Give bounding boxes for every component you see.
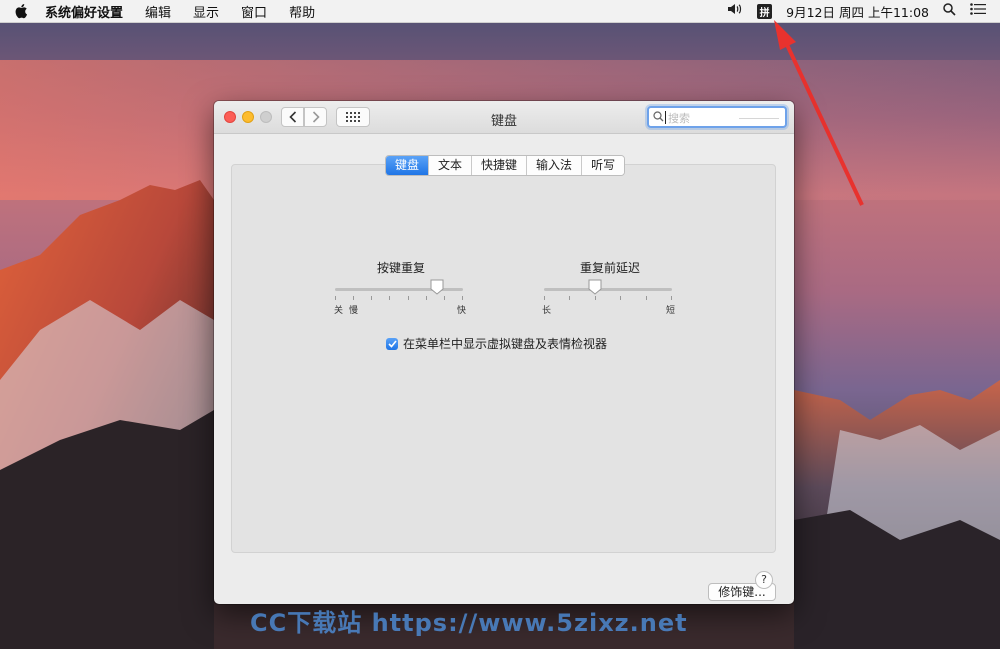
- slider-tick: [595, 296, 596, 300]
- key-repeat-slow-label: 慢: [349, 306, 359, 316]
- slider-tick: [620, 296, 621, 300]
- delay-until-repeat-slider-group: 重复前延迟 长 短: [542, 259, 676, 316]
- key-repeat-slider-group: 按键重复 关 慢 快: [334, 259, 467, 316]
- slider-tick: [671, 296, 672, 300]
- slider-tick: [462, 296, 463, 300]
- slider-tick: [335, 296, 336, 300]
- window-titlebar[interactable]: 键盘: [214, 101, 794, 134]
- watermark-text: CC下载站 https://www.5zixz.net: [250, 609, 688, 637]
- key-repeat-label: 按键重复: [376, 261, 425, 275]
- key-repeat-slider-thumb[interactable]: [430, 279, 444, 295]
- menu-window[interactable]: 窗口: [241, 2, 267, 21]
- key-repeat-fast-label: 快: [457, 306, 467, 316]
- slider-tick: [371, 296, 372, 300]
- delay-until-repeat-slider-thumb[interactable]: [588, 279, 602, 295]
- notification-center-icon[interactable]: [970, 3, 986, 19]
- input-method-pinyin-icon[interactable]: 拼: [757, 3, 773, 19]
- volume-icon[interactable]: [727, 3, 743, 19]
- apple-menu-icon[interactable]: [14, 3, 32, 19]
- delay-long-label: 长: [542, 306, 552, 316]
- search-icon: [653, 111, 664, 122]
- help-button[interactable]: ?: [755, 571, 773, 589]
- slider-tick: [569, 296, 570, 300]
- tab-keyboard[interactable]: 键盘: [386, 156, 429, 175]
- slider-tick: [646, 296, 647, 300]
- key-repeat-ticks: [335, 296, 463, 300]
- keyboard-preferences-window: 键盘 按键重复 关 慢 快 重复前延迟: [214, 101, 794, 604]
- slider-tick: [389, 296, 390, 300]
- tab-dictation[interactable]: 听写: [581, 156, 625, 175]
- delay-until-repeat-track[interactable]: [544, 288, 672, 291]
- menu-app-name[interactable]: 系统偏好设置: [45, 2, 123, 21]
- key-repeat-off-label: 关: [334, 306, 344, 316]
- menu-help[interactable]: 帮助: [289, 2, 315, 21]
- slider-tick: [426, 296, 427, 300]
- search-underline: [739, 118, 779, 119]
- menu-view[interactable]: 显示: [193, 2, 219, 21]
- menubar-clock[interactable]: 9月12日 周四 上午11:08: [786, 2, 929, 21]
- show-keyboard-viewer-checkbox[interactable]: [386, 337, 398, 350]
- slider-tick: [444, 296, 445, 300]
- tab-shortcuts[interactable]: 快捷键: [471, 156, 527, 175]
- delay-until-repeat-ticks: [544, 296, 672, 300]
- tab-text[interactable]: 文本: [428, 156, 472, 175]
- slider-tick: [544, 296, 545, 300]
- slider-tick: [408, 296, 409, 300]
- spotlight-search-icon[interactable]: [943, 2, 956, 20]
- preference-tabs: 键盘 文本 快捷键 输入法 听写: [385, 155, 626, 176]
- show-keyboard-viewer-label: 在菜单栏中显示虚拟键盘及表情检视器: [403, 337, 608, 351]
- search-field[interactable]: [647, 106, 787, 128]
- checkmark-icon: [387, 339, 397, 348]
- delay-until-repeat-label: 重复前延迟: [579, 261, 640, 275]
- slider-tick: [353, 296, 354, 300]
- tab-input-sources[interactable]: 输入法: [526, 156, 582, 175]
- keyboard-tab-panel: 按键重复 关 慢 快 重复前延迟 长 短 在菜单栏中显示虚拟键盘及表情检视器 修…: [231, 164, 776, 601]
- show-keyboard-viewer-option[interactable]: 在菜单栏中显示虚拟键盘及表情检视器: [386, 335, 607, 352]
- menu-edit[interactable]: 编辑: [145, 2, 171, 21]
- delay-short-label: 短: [666, 306, 676, 316]
